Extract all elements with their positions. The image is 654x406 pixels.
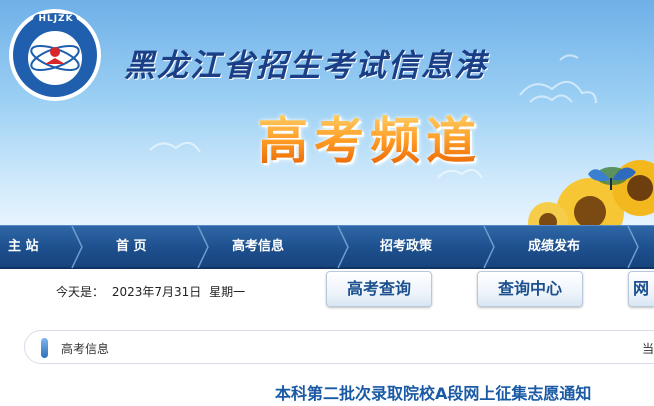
nav-item-main-site[interactable]: 主 站 [8, 226, 39, 268]
logo-badge-text: HLJZK [38, 14, 74, 24]
nav-divider [71, 226, 83, 268]
gaokao-query-button[interactable]: 高考查询 [326, 271, 432, 307]
main-nav: 主 站 首 页 高考信息 招考政策 成绩发布 [0, 225, 654, 269]
weekday-value: 星期一 [209, 285, 246, 299]
date-prefix: 今天是： [56, 285, 105, 299]
site-title: 黑龙江省招生考试信息港 [124, 48, 487, 84]
nav-item-gaokao-info[interactable]: 高考信息 [232, 226, 284, 268]
nav-divider [483, 226, 495, 268]
channel-title: 高考频道 [258, 112, 482, 170]
query-center-button[interactable]: 查询中心 [477, 271, 583, 307]
nav-divider [337, 226, 349, 268]
article-title: 本科第二批次录取院校A段网上征集志愿通知 [275, 384, 592, 403]
header-banner: HLJZK 黑龙江省招生考试信息港 高考频道 [0, 0, 654, 225]
nav-item-policy[interactable]: 招考政策 [380, 226, 432, 268]
date-value: 2023年7月31日 [111, 285, 202, 299]
sunflower-decoration [528, 160, 654, 225]
nav-item-scores[interactable]: 成绩发布 [528, 226, 580, 268]
nav-divider [627, 226, 639, 268]
breadcrumb-marker [41, 338, 48, 358]
online-button[interactable]: 网 [628, 271, 654, 307]
breadcrumb-current[interactable]: 高考信息 [61, 340, 109, 357]
nav-divider [197, 226, 209, 268]
nav-item-home[interactable]: 首 页 [116, 226, 147, 268]
breadcrumb-location: 当 [642, 342, 654, 356]
breadcrumb: 高考信息 当 [24, 330, 654, 364]
current-date: 今天是： 2023年7月31日 星期一 [56, 283, 249, 300]
